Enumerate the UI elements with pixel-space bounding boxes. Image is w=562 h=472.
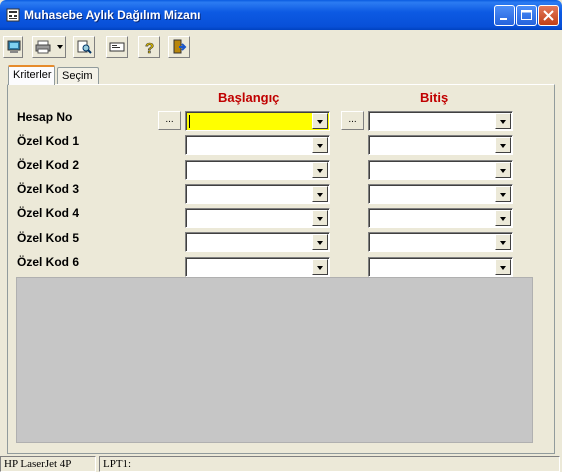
text-caret (189, 115, 190, 128)
chevron-down-icon[interactable] (495, 162, 511, 178)
ozel-kod-6-end-combo[interactable] (368, 257, 513, 277)
app-icon (6, 8, 20, 22)
row-label-ozel-kod-6: Özel Kod 6 (17, 255, 80, 269)
minimize-button[interactable] (494, 5, 515, 26)
ozel-kod-4-end-combo[interactable] (368, 208, 513, 228)
close-icon (543, 10, 554, 21)
hesap-start-browse-button[interactable]: ... (158, 111, 181, 130)
title-bar: Muhasebe Aylık Dağılım Mizanı (0, 0, 562, 30)
browse-label: ... (165, 114, 174, 125)
chevron-down-icon[interactable] (312, 113, 328, 129)
svg-text:?: ? (145, 40, 154, 55)
dropdown-arrow-icon (57, 45, 63, 49)
status-bar: HP LaserJet 4P LPT1: (0, 454, 562, 472)
ozel-kod-6-start-combo[interactable] (185, 257, 330, 277)
ozel-kod-4-start-combo[interactable] (185, 208, 330, 228)
window-title: Muhasebe Aylık Dağılım Mizanı (24, 8, 201, 22)
empty-grid-area (16, 277, 533, 443)
hesap-end-combo[interactable] (368, 111, 513, 131)
chevron-down-icon[interactable] (495, 234, 511, 250)
ozel-kod-1-end-combo[interactable] (368, 135, 513, 155)
ozel-kod-5-start-combo[interactable] (185, 232, 330, 252)
tab-label: Seçim (62, 70, 93, 82)
computer-button[interactable] (3, 36, 23, 58)
status-printer: HP LaserJet 4P (0, 456, 96, 472)
maximize-icon (521, 10, 532, 20)
row-label-ozel-kod-3: Özel Kod 3 (17, 182, 80, 196)
chevron-down-icon[interactable] (495, 259, 511, 275)
computer-icon (7, 40, 21, 53)
hesap-end-browse-button[interactable]: ... (341, 111, 364, 130)
chevron-down-icon[interactable] (495, 137, 511, 153)
toolbar: ? (0, 30, 562, 62)
ozel-kod-2-start-combo[interactable] (185, 160, 330, 180)
chevron-down-icon[interactable] (495, 113, 511, 129)
printer-icon (35, 40, 51, 54)
tab-kriterler[interactable]: Kriterler (8, 65, 55, 85)
card-button[interactable] (106, 36, 128, 58)
ozel-kod-3-end-combo[interactable] (368, 184, 513, 204)
row-label-ozel-kod-4: Özel Kod 4 (17, 206, 80, 220)
tab-secim[interactable]: Seçim (57, 67, 99, 85)
chevron-down-icon[interactable] (312, 234, 328, 250)
chevron-down-icon[interactable] (495, 210, 511, 226)
help-button[interactable]: ? (138, 36, 160, 58)
hesap-start-combo[interactable] (185, 111, 330, 131)
close-button[interactable] (538, 5, 559, 26)
preview-button[interactable] (73, 36, 95, 58)
exit-button[interactable] (168, 36, 190, 58)
chevron-down-icon[interactable] (312, 162, 328, 178)
ozel-kod-2-end-combo[interactable] (368, 160, 513, 180)
ozel-kod-3-start-combo[interactable] (185, 184, 330, 204)
row-label-hesap-no: Hesap No (17, 110, 73, 124)
chevron-down-icon[interactable] (312, 210, 328, 226)
tab-label: Kriterler (13, 69, 52, 81)
print-button[interactable] (32, 36, 66, 58)
row-label-ozel-kod-2: Özel Kod 2 (17, 158, 80, 172)
maximize-button[interactable] (516, 5, 537, 26)
chevron-down-icon[interactable] (312, 259, 328, 275)
chevron-down-icon[interactable] (312, 186, 328, 202)
card-icon (109, 42, 125, 52)
row-label-ozel-kod-5: Özel Kod 5 (17, 231, 80, 245)
preview-icon (77, 40, 92, 54)
end-column-header: Bitiş (420, 90, 449, 105)
chevron-down-icon[interactable] (495, 186, 511, 202)
browse-label: ... (348, 114, 357, 125)
row-label-ozel-kod-1: Özel Kod 1 (17, 134, 80, 148)
chevron-down-icon[interactable] (312, 137, 328, 153)
status-port: LPT1: (99, 456, 560, 472)
ozel-kod-1-start-combo[interactable] (185, 135, 330, 155)
exit-icon (173, 39, 187, 54)
help-icon: ? (145, 40, 155, 55)
minimize-icon (500, 18, 507, 20)
start-column-header: Başlangıç (218, 90, 280, 105)
ozel-kod-5-end-combo[interactable] (368, 232, 513, 252)
